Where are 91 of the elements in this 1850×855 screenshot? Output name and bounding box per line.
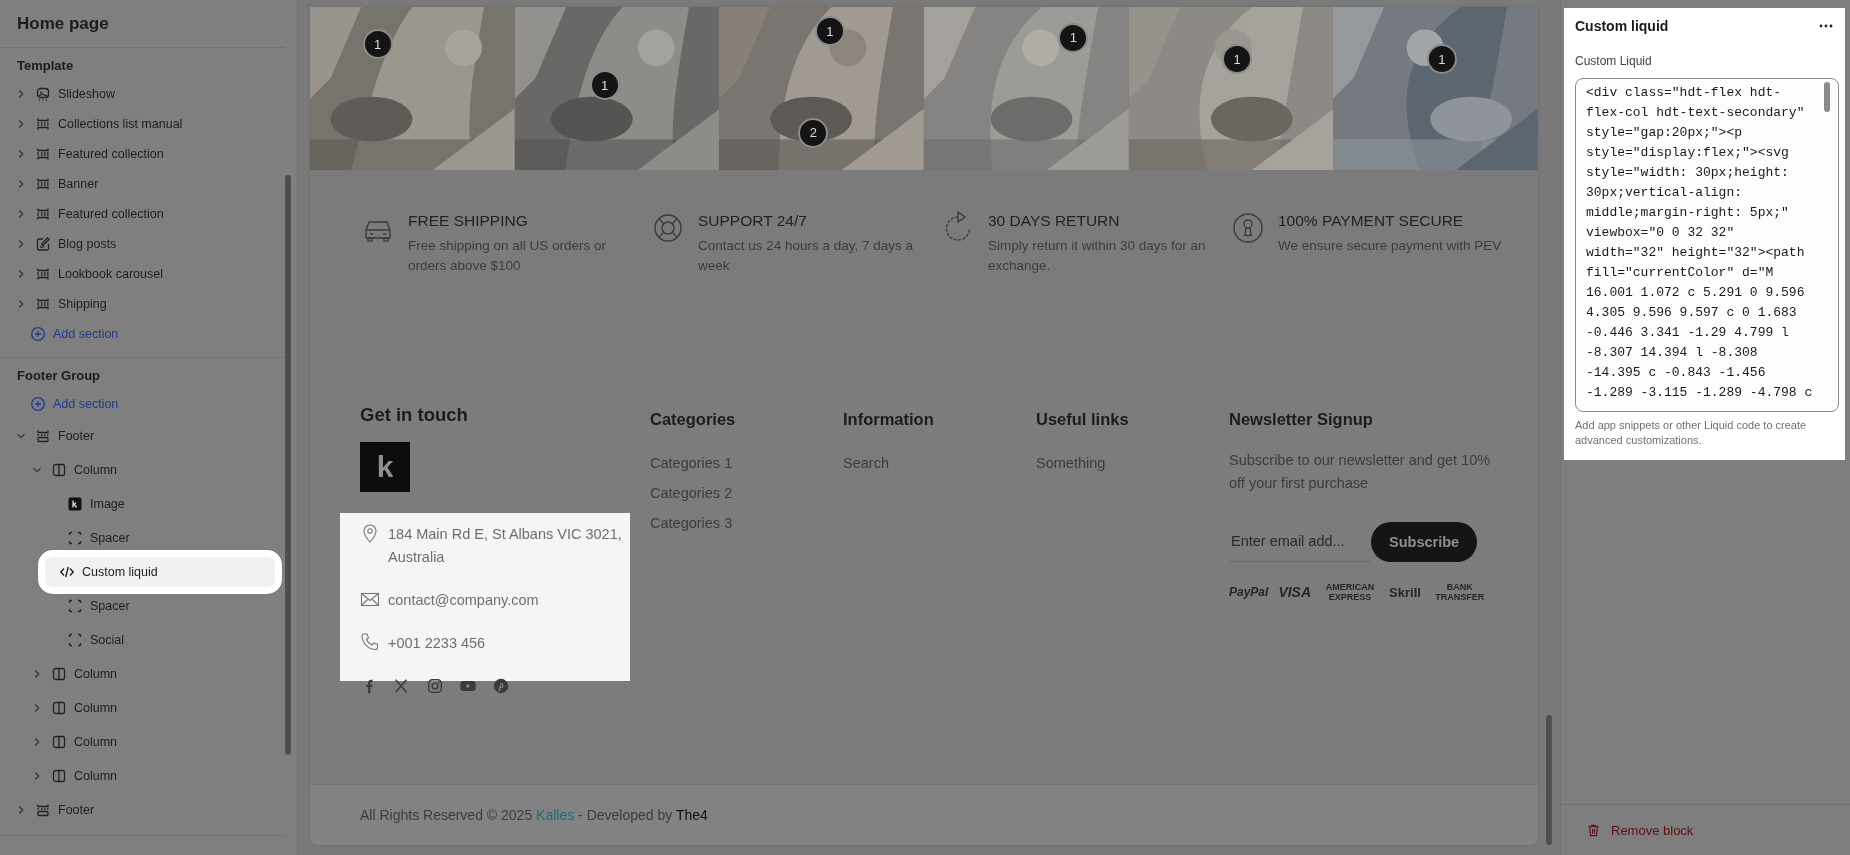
- feature-title: 30 DAYS RETURN: [988, 212, 1121, 230]
- section-icon: [35, 206, 51, 222]
- add-icon: [30, 326, 46, 342]
- footer-link[interactable]: Something: [1036, 455, 1106, 471]
- tree-item[interactable]: Footer: [0, 793, 285, 827]
- email-field[interactable]: Enter email add...: [1229, 521, 1371, 562]
- group-heading: Template: [16, 58, 75, 75]
- tree-item[interactable]: Collections list manual: [0, 109, 285, 139]
- feature-text: Contact us 24 hours a day, 7 days a week: [698, 237, 915, 275]
- contact-text: +001 2233 456: [388, 634, 486, 653]
- tree-item[interactable]: Spacer: [0, 521, 285, 555]
- payment-logo: PayPal: [1229, 585, 1269, 599]
- tree-item[interactable]: Featured collection: [0, 199, 285, 229]
- tree-item[interactable]: Shipping: [0, 289, 285, 319]
- footer-heading: Newsletter Signup: [1229, 410, 1373, 429]
- tree-item[interactable]: Featured collection: [0, 139, 285, 169]
- spacer-icon: [67, 598, 83, 614]
- page-title: Home page: [0, 0, 285, 48]
- field-label: Custom Liquid: [1575, 54, 1653, 68]
- spacer-icon: [67, 632, 83, 648]
- add-section-link[interactable]: Add section: [0, 389, 285, 419]
- section-icon: [35, 296, 51, 312]
- column-icon: [51, 666, 67, 682]
- tree-item[interactable]: Social: [0, 623, 285, 657]
- scrollbar-thumb[interactable]: [1546, 715, 1552, 845]
- section-icon: [35, 802, 51, 818]
- section-icon: [35, 146, 51, 162]
- footer-heading: Categories: [650, 410, 736, 429]
- tree-item[interactable]: Column: [0, 657, 285, 691]
- payment-logo: BANK TRANSFER: [1434, 582, 1486, 602]
- footer-heading: Get in touch: [360, 404, 468, 426]
- footer-link[interactable]: Categories 1: [650, 455, 733, 471]
- code-field[interactable]: <div class="hdt-flex hdt-flex-col hdt-text-secondary" style="gap:20px;"><p style="display:flex;"><svg style="width: 30px;height: 30px;vertical-align: middle;margin-right: 5px;" viewbox="0 0 32 32" width="32" height="32"><path fill="currentColor" d="M 16.001 1.072 c 5.291 0 9.596 4.305 9.596 9.597 c 0 1.683 -0.446 3.341 -1.29 4.799 l -8.307 14.394 l -8.308 -14.395 c -0.843 -1.456 -1.289 -3.115 -1.289 -4.798 c: [1575, 78, 1839, 412]
- payment-logo: AMERICAN EXPRESS: [1324, 582, 1376, 602]
- pin-icon: [360, 523, 380, 543]
- tree-item[interactable]: Column: [0, 453, 285, 487]
- tree-item[interactable]: Slideshow: [0, 79, 285, 109]
- tree-item[interactable]: Banner: [0, 169, 285, 199]
- keyhole-icon: [1230, 210, 1266, 246]
- slideshow-icon: [35, 86, 51, 102]
- newsletter-text: Subscribe to our newsletter and get 10% off your first purchase: [1229, 451, 1492, 493]
- footer-link[interactable]: Categories 2: [650, 485, 733, 501]
- pinterest-icon[interactable]: [492, 677, 510, 695]
- tree-item[interactable]: Image: [0, 487, 285, 521]
- logo[interactable]: k: [360, 442, 410, 492]
- feature-title: SUPPORT 24/7: [698, 212, 808, 230]
- trash-icon: [1586, 822, 1601, 838]
- feature-title: 100% PAYMENT SECURE: [1278, 212, 1465, 230]
- tree-item[interactable]: Column: [0, 691, 285, 725]
- code-icon: [59, 564, 75, 580]
- edit-icon: [35, 236, 51, 252]
- group-heading: Footer Group: [16, 368, 102, 385]
- column-icon: [51, 768, 67, 784]
- footer-heading: Useful links: [1036, 410, 1129, 429]
- column-icon: [51, 700, 67, 716]
- contact-text: 184 Main Rd E, St Albans VIC 3021, Australia: [388, 525, 622, 567]
- tree-item[interactable]: Column: [0, 725, 285, 759]
- section-icon: [35, 176, 51, 192]
- footer-link[interactable]: Search: [843, 455, 889, 471]
- scrollbar-thumb[interactable]: [1824, 82, 1830, 112]
- section-icon: [35, 428, 51, 444]
- instagram-icon[interactable]: [426, 677, 444, 695]
- phone-icon: [360, 632, 380, 652]
- help-text: Add app snippets or other Liquid code to create advanced customizations.: [1575, 418, 1808, 448]
- tree-item[interactable]: Column: [0, 759, 285, 793]
- tree-item[interactable]: Footer: [0, 419, 285, 453]
- tree-item[interactable]: Spacer: [0, 589, 285, 623]
- payment-logo: Skrill: [1389, 584, 1421, 600]
- contact-text: contact@company.com: [388, 591, 539, 610]
- tree-item[interactable]: Blog posts: [0, 229, 285, 259]
- section-icon: [35, 116, 51, 132]
- footer-heading: Information: [843, 410, 934, 429]
- add-section-link[interactable]: Add section: [0, 319, 285, 349]
- copyright-text: All Rights Reserved © 2025 Kalles - Developed by The4: [360, 807, 708, 823]
- block-title: Custom liquid: [1575, 18, 1669, 34]
- feature-text: We ensure secure payment with PEV: [1278, 237, 1503, 255]
- column-icon: [51, 462, 67, 478]
- tree-item[interactable]: Lookbook carousel: [0, 259, 285, 289]
- image-thumbnail-icon: [67, 496, 83, 512]
- scrollbar-thumb[interactable]: [285, 175, 291, 755]
- add-icon: [30, 396, 46, 412]
- column-icon: [51, 734, 67, 750]
- footer-link[interactable]: Categories 3: [650, 515, 733, 531]
- subscribe-button[interactable]: Subscribe: [1371, 521, 1478, 562]
- feature-title: FREE SHIPPING: [408, 212, 529, 230]
- remove-block-button[interactable]: Remove block: [1564, 805, 1845, 855]
- feature-text: Simply return it within 30 days for an exchange.: [988, 237, 1207, 275]
- payment-logo: VISA: [1278, 584, 1312, 600]
- spacer-icon: [67, 530, 83, 546]
- section-icon: [35, 266, 51, 282]
- feature-text: Free shipping on all US orders or orders above $100: [408, 237, 608, 275]
